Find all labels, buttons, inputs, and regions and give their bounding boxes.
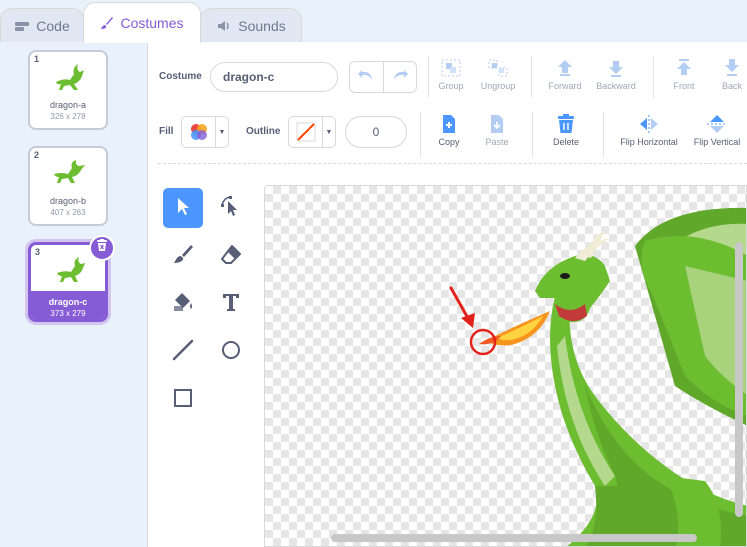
paste-button[interactable]: Paste xyxy=(469,114,525,147)
costume-index: 3 xyxy=(35,247,41,257)
reshape-tool[interactable] xyxy=(211,188,251,228)
costume-size: 373 x 279 xyxy=(50,309,86,318)
fill-color-picker[interactable]: ▼ xyxy=(181,116,229,148)
forward-icon xyxy=(537,58,593,78)
forward-button[interactable]: Forward xyxy=(537,58,593,91)
undo-redo-group xyxy=(349,61,417,93)
paint-bucket-icon xyxy=(172,291,194,318)
eraser-tool[interactable] xyxy=(211,236,251,276)
fill-tool[interactable] xyxy=(163,284,203,324)
backward-icon xyxy=(588,58,644,78)
costume-index: 2 xyxy=(34,150,40,160)
editor-tabs: Code Costumes Sounds xyxy=(0,0,747,43)
divider xyxy=(653,56,654,98)
costume-list: 1 dragon-a 326 x 278 2 dragon-b 407 x 26… xyxy=(0,42,148,547)
paste-icon xyxy=(469,114,525,134)
canvas-horizontal-scrollbar[interactable] xyxy=(331,534,697,542)
tab-sounds[interactable]: Sounds xyxy=(200,8,302,42)
outline-width-input[interactable]: 0 xyxy=(345,116,407,148)
redo-icon xyxy=(391,68,409,87)
undo-icon xyxy=(357,68,375,87)
dragon-costume-artwork xyxy=(449,207,746,546)
toolbar-divider xyxy=(158,163,747,164)
chevron-down-icon: ▼ xyxy=(218,128,226,136)
costume-tile-3-selected[interactable]: 3 dragon-c 373 x 279 xyxy=(28,235,115,322)
line-icon xyxy=(172,339,194,366)
chevron-down-icon: ▼ xyxy=(325,128,333,136)
ungroup-button[interactable]: Ungroup xyxy=(470,58,526,91)
text-icon xyxy=(220,291,242,318)
outline-color-picker[interactable]: ▼ xyxy=(288,116,336,148)
costume-tile-1[interactable]: 1 dragon-a 326 x 278 xyxy=(28,50,108,130)
flip-horizontal-button[interactable]: Flip Horizontal xyxy=(610,114,688,147)
backward-button[interactable]: Backward xyxy=(588,58,644,91)
delete-label: Delete xyxy=(552,137,579,147)
paint-editor: Costume Group Ungroup Forward xyxy=(148,42,747,547)
costume-name: dragon-a xyxy=(49,100,87,110)
brush-icon xyxy=(100,16,114,30)
reshape-icon xyxy=(220,195,242,222)
flip-vertical-label: Flip Vertical xyxy=(693,137,741,147)
back-button[interactable]: Back xyxy=(704,58,747,91)
dragon-thumbnail-icon xyxy=(52,60,88,92)
line-tool[interactable] xyxy=(163,332,203,372)
eraser-icon xyxy=(220,243,242,270)
divider xyxy=(532,112,533,158)
backward-label: Backward xyxy=(596,81,636,91)
circle-icon xyxy=(220,339,242,366)
dragon-thumbnail-icon xyxy=(53,253,89,285)
back-label: Back xyxy=(721,81,742,91)
brush-tool[interactable] xyxy=(163,236,203,276)
arrow-cursor-icon xyxy=(173,196,193,221)
costume-label: Costume xyxy=(159,71,202,82)
code-icon xyxy=(14,20,30,32)
front-label: Front xyxy=(673,81,695,91)
speaker-icon xyxy=(216,19,232,33)
group-label: Group xyxy=(438,81,464,91)
outline-label: Outline xyxy=(246,126,281,137)
paste-label: Paste xyxy=(485,137,509,147)
undo-button[interactable] xyxy=(350,62,384,92)
costume-index: 1 xyxy=(34,54,40,64)
trash-icon xyxy=(96,239,108,257)
tab-sounds-label: Sounds xyxy=(238,17,286,34)
fill-color-swatch xyxy=(182,117,216,147)
divider xyxy=(603,112,604,158)
trash-icon xyxy=(538,114,594,134)
paint-canvas[interactable] xyxy=(264,185,747,547)
costume-name: dragon-c xyxy=(48,297,88,307)
delete-costume-button[interactable] xyxy=(89,235,115,261)
fill-label: Fill xyxy=(159,126,174,137)
brush-icon xyxy=(172,243,194,270)
costume-name-input[interactable] xyxy=(210,62,338,92)
costume-tile-2[interactable]: 2 dragon-b 407 x 263 xyxy=(28,146,108,226)
select-tool[interactable] xyxy=(163,188,203,228)
rectangle-icon xyxy=(172,387,194,414)
ungroup-label: Ungroup xyxy=(480,81,516,91)
canvas-vertical-scrollbar[interactable] xyxy=(735,242,743,517)
divider xyxy=(531,56,532,98)
flip-horizontal-label: Flip Horizontal xyxy=(620,137,678,147)
tab-code-label: Code xyxy=(36,17,70,34)
dragon-thumbnail-icon xyxy=(52,156,88,188)
text-tool[interactable] xyxy=(211,284,251,324)
flip-vertical-icon xyxy=(686,114,747,134)
tab-code[interactable]: Code xyxy=(0,8,84,42)
outline-color-swatch xyxy=(289,117,323,147)
costume-size: 326 x 278 xyxy=(50,112,86,121)
circle-tool[interactable] xyxy=(211,332,251,372)
costume-size: 407 x 263 xyxy=(50,208,86,217)
tab-costumes-label: Costumes xyxy=(120,15,184,31)
flip-vertical-button[interactable]: Flip Vertical xyxy=(686,114,747,147)
tab-costumes[interactable]: Costumes xyxy=(83,2,201,43)
ungroup-icon xyxy=(470,58,526,78)
rectangle-tool[interactable] xyxy=(163,380,203,420)
flip-horizontal-icon xyxy=(610,114,688,134)
costume-name: dragon-b xyxy=(49,196,87,206)
delete-button[interactable]: Delete xyxy=(538,114,594,147)
redo-button[interactable] xyxy=(384,62,417,92)
back-icon xyxy=(704,58,747,78)
forward-label: Forward xyxy=(548,81,582,91)
copy-label: Copy xyxy=(438,137,460,147)
